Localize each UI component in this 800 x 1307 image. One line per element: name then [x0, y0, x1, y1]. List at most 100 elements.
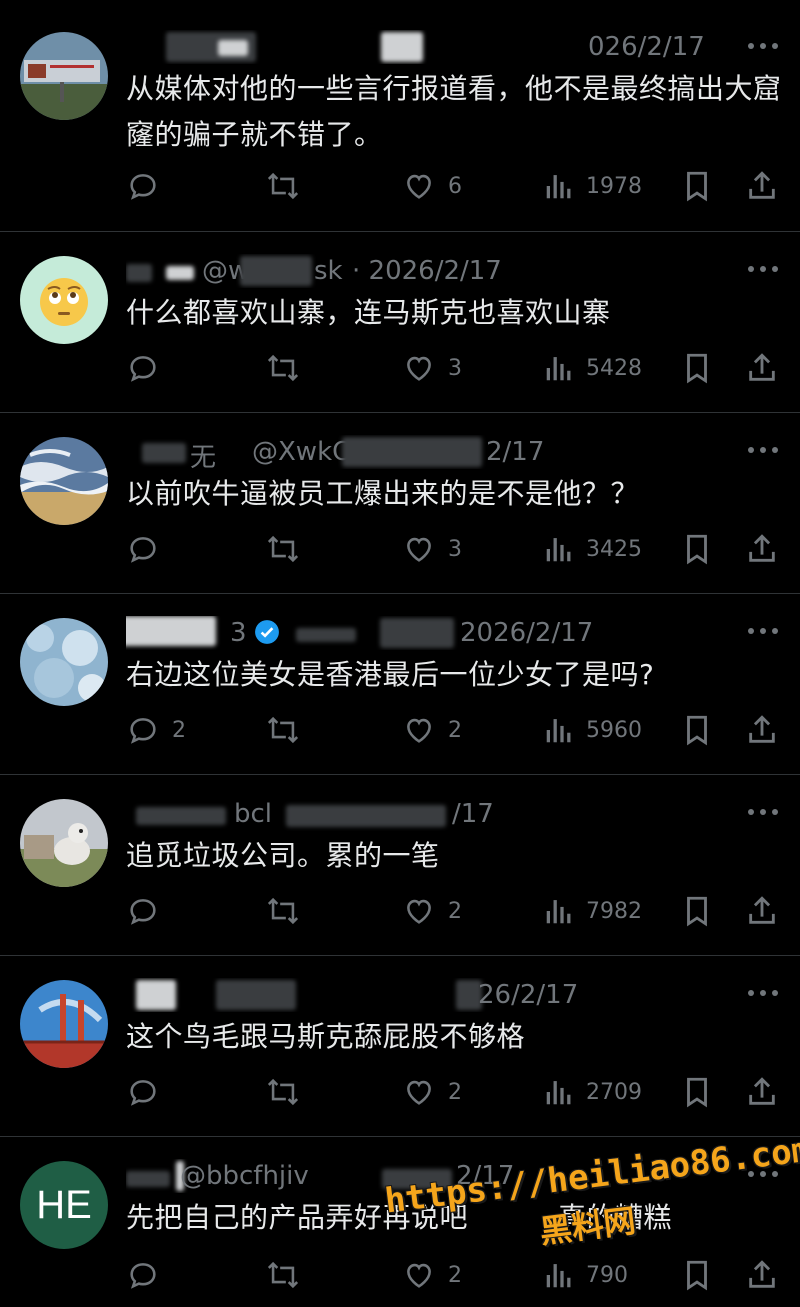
avatar[interactable] [20, 256, 108, 344]
bookmark-button[interactable] [682, 710, 712, 750]
views-icon [546, 1081, 571, 1105]
reply-handle[interactable]: sk [314, 256, 343, 286]
bookmark-button[interactable] [682, 529, 712, 569]
like-count: 2 [448, 1262, 462, 1288]
reply-card[interactable]: 26/2/17 这个鸟毛跟马斯克舔屁股不够格 2 2709 [0, 956, 800, 1137]
reply-button[interactable] [126, 1072, 172, 1112]
reply-date[interactable]: 026/2/17 [588, 32, 705, 62]
bookmark-icon [687, 534, 707, 565]
repost-button[interactable] [264, 348, 302, 388]
reply-date[interactable]: 2/17 [456, 1161, 514, 1191]
repost-icon [267, 354, 299, 382]
reply-card[interactable]: HE @bbcfhjiv 2/17 先把自己的产品弄好再说吧 真的糟糕 2 790 [0, 1137, 800, 1307]
reply-icon [130, 718, 156, 744]
reply-date[interactable]: · 2026/2/17 [352, 256, 502, 286]
views-button[interactable]: 5428 [544, 348, 642, 388]
repost-button[interactable] [264, 166, 302, 206]
like-button[interactable]: 2 [402, 891, 462, 931]
reply-card[interactable]: bcl /17 追觅垃圾公司。累的一笔 2 7982 [0, 775, 800, 956]
reply-date[interactable]: 2026/2/17 [460, 618, 593, 648]
repost-button[interactable] [264, 529, 302, 569]
more-options-icon[interactable] [748, 626, 778, 636]
share-button[interactable] [746, 1255, 778, 1295]
views-icon [546, 900, 571, 924]
avatar[interactable]: HE [20, 1161, 108, 1249]
bookmark-button[interactable] [682, 166, 712, 206]
like-button[interactable]: 3 [402, 529, 462, 569]
views-button[interactable]: 1978 [544, 166, 642, 206]
more-options-icon[interactable] [748, 807, 778, 817]
views-icon [546, 175, 571, 199]
repost-button[interactable] [264, 710, 302, 750]
like-button[interactable]: 2 [402, 710, 462, 750]
bookmark-button[interactable] [682, 1072, 712, 1112]
action-bar: 3 5428 [126, 348, 786, 388]
reply-button[interactable] [126, 891, 172, 931]
reply-button[interactable] [126, 166, 172, 206]
reply-handle[interactable]: bcl [234, 799, 272, 829]
reply-meta: @bbcfhjiv 2/17 [126, 1159, 726, 1193]
reply-button[interactable] [126, 529, 172, 569]
reply-button[interactable] [126, 1255, 172, 1295]
like-button[interactable]: 2 [402, 1072, 462, 1112]
more-options-icon[interactable] [748, 1169, 778, 1179]
reply-date[interactable]: /17 [452, 799, 494, 829]
reply-handle[interactable]: @bbcfhjiv [180, 1161, 309, 1191]
action-bar: 3 3425 [126, 529, 786, 569]
more-options-icon[interactable] [748, 264, 778, 274]
like-button[interactable]: 6 [402, 166, 462, 206]
bookmark-button[interactable] [682, 348, 712, 388]
like-count: 3 [448, 355, 462, 381]
reply-text: 右边这位美女是香港最后一位少女了是吗? [126, 658, 655, 691]
repost-button[interactable] [264, 891, 302, 931]
repost-button[interactable] [264, 1072, 302, 1112]
repost-button[interactable] [264, 1255, 302, 1295]
like-button[interactable]: 3 [402, 348, 462, 388]
views-button[interactable]: 5960 [544, 710, 642, 750]
reply-card[interactable]: 3 2026/2/17 右边这位美女是香港最后一位少女了是吗? 2 2 5960 [0, 594, 800, 775]
more-options-icon[interactable] [748, 41, 778, 51]
reply-card[interactable]: @w sk · 2026/2/17 什么都喜欢山寨，连马斯克也喜欢山寨 3 54… [0, 232, 800, 413]
share-button[interactable] [746, 710, 778, 750]
verified-badge-icon [255, 620, 279, 644]
reply-date[interactable]: 2/17 [486, 437, 544, 467]
avatar[interactable] [20, 980, 108, 1068]
views-button[interactable]: 3425 [544, 529, 642, 569]
reply-button[interactable]: 2 [126, 710, 186, 750]
reply-card[interactable]: 无 @XwkC 2/17 以前吹牛逼被员工爆出来的是不是他？？ 3 3425 [0, 413, 800, 594]
reply-card[interactable]: 026/2/17 从媒体对他的一些言行报道看，他不是最终搞出大窟窿的骗子就不错了… [0, 0, 800, 232]
views-button[interactable]: 7982 [544, 891, 642, 931]
share-button[interactable] [746, 1072, 778, 1112]
repost-icon [267, 172, 299, 200]
share-icon [749, 353, 775, 381]
reply-button[interactable] [126, 348, 172, 388]
views-button[interactable]: 2709 [544, 1072, 642, 1112]
repost-icon [267, 897, 299, 925]
reply-text: 什么都喜欢山寨，连马斯克也喜欢山寨 [126, 296, 611, 329]
views-button[interactable]: 790 [544, 1255, 628, 1295]
heart-icon [407, 356, 431, 381]
like-button[interactable]: 2 [402, 1255, 462, 1295]
share-button[interactable] [746, 348, 778, 388]
reply-handle[interactable]: 3 [230, 618, 247, 648]
more-options-icon[interactable] [748, 445, 778, 455]
bookmark-button[interactable] [682, 891, 712, 931]
share-icon [749, 171, 775, 199]
avatar[interactable] [20, 618, 108, 706]
reply-icon [130, 1080, 156, 1106]
bookmark-button[interactable] [682, 1255, 712, 1295]
avatar[interactable] [20, 437, 108, 525]
reply-handle[interactable]: @XwkC [252, 437, 350, 467]
more-options-icon[interactable] [748, 988, 778, 998]
reply-handle[interactable]: 无 [190, 437, 216, 469]
share-button[interactable] [746, 529, 778, 569]
views-icon [546, 1264, 571, 1288]
repost-icon [267, 1078, 299, 1106]
avatar[interactable] [20, 32, 108, 120]
avatar[interactable] [20, 799, 108, 887]
view-count: 5960 [586, 717, 642, 743]
bookmark-icon [687, 1260, 707, 1291]
share-button[interactable] [746, 166, 778, 206]
share-button[interactable] [746, 891, 778, 931]
reply-date[interactable]: 26/2/17 [478, 980, 578, 1010]
